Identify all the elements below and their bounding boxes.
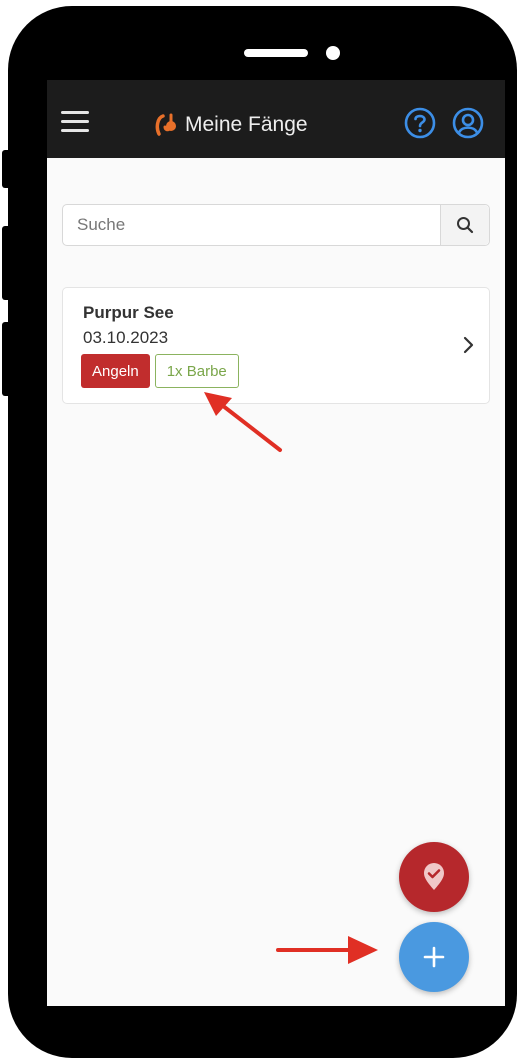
search-button[interactable] [440, 205, 489, 245]
catch-tags: Angeln 1x Barbe [81, 354, 244, 388]
catch-location: Purpur See [83, 303, 174, 322]
hamburger-menu-icon[interactable] [61, 111, 89, 133]
phone-side-button-1 [2, 150, 12, 188]
map-pin-check-icon [424, 863, 444, 890]
app-screen: Meine Fänge Suche Purpur See 03.10.2023 … [47, 80, 505, 1006]
plus-icon [423, 946, 445, 968]
phone-speaker [244, 49, 308, 57]
user-circle-icon[interactable] [451, 106, 485, 140]
phone-camera [326, 46, 340, 60]
page-title: Meine Fänge [185, 113, 308, 136]
app-header: Meine Fänge [47, 80, 505, 158]
phone-frame: Meine Fänge Suche Purpur See 03.10.2023 … [8, 6, 517, 1058]
search-input[interactable] [63, 205, 471, 245]
header-title: Meine Fänge [155, 110, 308, 140]
chevron-right-icon[interactable] [463, 336, 475, 354]
phone-side-button-3 [2, 322, 12, 396]
activity-badge: Angeln [81, 354, 150, 388]
fish-count-badge: 1x Barbe [154, 354, 239, 388]
add-catch-button[interactable] [399, 922, 469, 992]
catch-date: 03.10.2023 [83, 328, 169, 347]
map-pin-check-button[interactable] [399, 842, 469, 912]
search-icon [457, 217, 474, 234]
catch-list-item[interactable]: Purpur See 03.10.2023 Angeln 1x Barbe [62, 287, 490, 404]
phone-side-button-2 [2, 226, 12, 300]
fishing-hook-icon [155, 113, 176, 136]
search-bar [62, 204, 490, 246]
help-question-icon[interactable] [403, 106, 437, 140]
